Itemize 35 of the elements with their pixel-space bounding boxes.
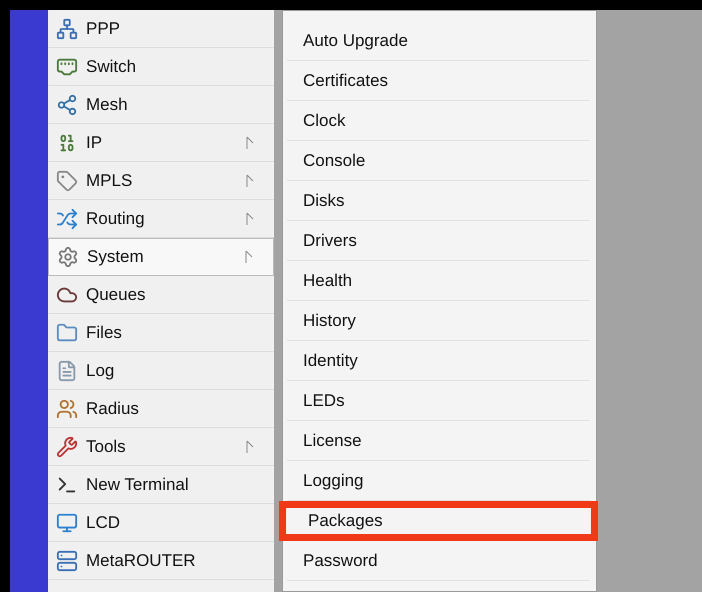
network-icon bbox=[56, 18, 78, 40]
tag-icon bbox=[56, 170, 78, 192]
submenu-item[interactable]: History bbox=[287, 301, 590, 341]
nodes-icon bbox=[56, 94, 78, 116]
tools-icon bbox=[56, 436, 78, 458]
folder-icon bbox=[56, 322, 78, 344]
submenu-item[interactable]: Console bbox=[287, 141, 590, 181]
users-icon bbox=[56, 398, 78, 420]
submenu-item[interactable]: Password bbox=[287, 541, 590, 581]
submenu-item[interactable]: Auto Upgrade bbox=[287, 21, 590, 61]
document-icon bbox=[56, 360, 78, 382]
submenu-item[interactable]: LEDs bbox=[287, 381, 590, 421]
server-icon bbox=[56, 550, 78, 572]
settings-icon bbox=[57, 246, 79, 268]
submenu-item[interactable]: Logging bbox=[287, 461, 590, 501]
submenu-item[interactable]: Certificates bbox=[287, 61, 590, 101]
arrows-icon bbox=[56, 208, 78, 230]
menu-item[interactable]: Log bbox=[48, 352, 274, 390]
monitor-icon bbox=[56, 512, 78, 534]
menu-item[interactable]: Switch bbox=[48, 48, 274, 86]
submenu-item[interactable]: Drivers bbox=[287, 221, 590, 261]
submenu-item[interactable]: Disks bbox=[287, 181, 590, 221]
submenu-item[interactable]: Identity bbox=[287, 341, 590, 381]
menu-item[interactable]: MetaROUTER bbox=[48, 542, 274, 580]
menu-item[interactable]: PPP bbox=[48, 10, 274, 48]
submenu-item[interactable]: Clock bbox=[287, 101, 590, 141]
submenu-item[interactable]: Packages bbox=[279, 501, 598, 541]
menu-item[interactable]: IP bbox=[48, 124, 274, 162]
menu-item[interactable]: MPLS bbox=[48, 162, 274, 200]
menu-item[interactable]: Files bbox=[48, 314, 274, 352]
menu-item[interactable]: LCD bbox=[48, 504, 274, 542]
submenu-item[interactable]: Health bbox=[287, 261, 590, 301]
menu-item[interactable]: System bbox=[48, 238, 274, 276]
submenu-item[interactable]: License bbox=[287, 421, 590, 461]
menu-item[interactable]: Tools bbox=[48, 428, 274, 466]
